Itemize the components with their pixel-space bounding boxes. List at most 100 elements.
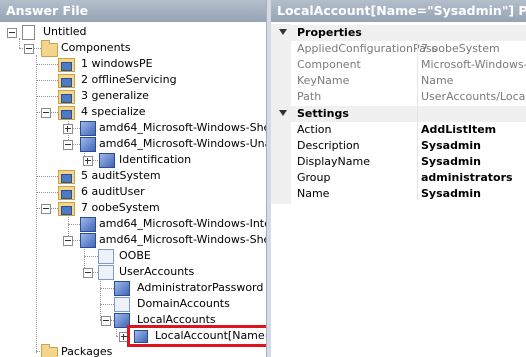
property-value[interactable]: Sysadmin xyxy=(421,155,481,168)
collapse-toggle[interactable] xyxy=(83,268,93,278)
tree-item-label: 3 generalize xyxy=(81,89,149,102)
answer-file-header: Answer File xyxy=(0,0,266,22)
setting-icon xyxy=(114,281,130,296)
setting-icon xyxy=(99,153,115,168)
properties-pane: LocalAccount[Name="Sysadmin"] Prop Prope… xyxy=(271,0,526,357)
property-key: DisplayName xyxy=(297,155,370,168)
tree-item-international-core[interactable]: amd64_Microsoft-Windows-Internat xyxy=(0,216,266,232)
property-key: Component xyxy=(297,58,361,71)
property-value[interactable]: Sysadmin xyxy=(421,139,481,152)
property-key: Description xyxy=(297,139,360,152)
tree-item-audituser[interactable]: 6 auditUser xyxy=(0,184,266,200)
column-separator xyxy=(417,40,418,200)
collapse-toggle[interactable] xyxy=(101,316,111,326)
tree-item-label: DomainAccounts xyxy=(137,297,230,310)
setting-icon xyxy=(114,297,130,312)
property-row[interactable]: Action AddListItem xyxy=(271,122,526,138)
config-pass-icon xyxy=(58,202,75,216)
tree-item-label: 2 offlineServicing xyxy=(81,73,177,86)
tree-item-label: amd64_Microsoft-Windows-Shell-Se xyxy=(99,121,266,134)
tree-item-offlineservicing[interactable]: 2 offlineServicing xyxy=(0,72,266,88)
component-icon xyxy=(80,217,96,232)
component-icon xyxy=(80,121,96,136)
setting-icon xyxy=(98,265,114,280)
tree-item-label: amd64_Microsoft-Windows-Unatten xyxy=(99,137,266,150)
tree-item-packages[interactable]: Packages xyxy=(0,343,266,357)
property-row[interactable]: Group administrators xyxy=(271,170,526,186)
tree-item-label: Identification xyxy=(119,153,192,166)
tree-item-components[interactable]: Components xyxy=(0,40,266,57)
collapse-toggle[interactable] xyxy=(41,204,51,214)
tree-item-label: 6 auditUser xyxy=(81,185,145,198)
answer-file-title: Answer File xyxy=(6,3,89,18)
expand-toggle[interactable] xyxy=(83,156,93,166)
tree-item-label: OOBE xyxy=(119,249,151,262)
collapse-toggle[interactable] xyxy=(63,140,73,150)
tree-item-oobe[interactable]: OOBE xyxy=(0,248,266,264)
properties-title: LocalAccount[Name="Sysadmin"] Prop xyxy=(277,3,526,18)
collapse-toggle[interactable] xyxy=(7,28,17,38)
tree-item-useraccounts[interactable]: UserAccounts xyxy=(0,264,266,280)
tree-item-oobesystem[interactable]: 7 oobeSystem xyxy=(0,200,266,216)
config-pass-icon xyxy=(58,170,75,184)
property-key: Action xyxy=(297,123,332,136)
property-key: Group xyxy=(297,171,331,184)
tree-item-shell-setup-oobe[interactable]: amd64_Microsoft-Windows-Shell-Se xyxy=(0,232,266,248)
folder-icon xyxy=(41,344,58,357)
folder-icon xyxy=(41,40,58,57)
tree-item-identification[interactable]: Identification xyxy=(0,152,266,168)
property-row[interactable]: Description Sysadmin xyxy=(271,138,526,154)
category-properties[interactable]: Properties xyxy=(271,25,526,41)
expand-toggle[interactable] xyxy=(63,124,73,134)
tree-item-specialize[interactable]: 4 specialize xyxy=(0,104,266,120)
category-settings[interactable]: Settings xyxy=(271,106,526,122)
tree-item-administratorpassword[interactable]: AdministratorPassword xyxy=(0,280,266,296)
config-pass-icon xyxy=(58,90,75,104)
collapse-toggle[interactable] xyxy=(41,108,51,118)
component-icon xyxy=(80,233,96,248)
property-value: Name xyxy=(421,74,454,87)
property-value[interactable]: AddListItem xyxy=(421,123,496,136)
tree-item-label: Untitled xyxy=(43,25,87,38)
property-value[interactable]: Sysadmin xyxy=(421,187,481,200)
property-row[interactable]: Name Sysadmin xyxy=(271,186,526,202)
property-value[interactable]: administrators xyxy=(421,171,513,184)
answer-file-pane: Answer File Untitled Components 1 window… xyxy=(0,0,266,357)
tree-item-label: amd64_Microsoft-Windows-Internat xyxy=(99,217,266,230)
property-row[interactable]: Path UserAccounts/LocalA xyxy=(271,89,526,105)
collapse-arrow-icon[interactable] xyxy=(279,29,287,35)
tree-item-unattended-join[interactable]: amd64_Microsoft-Windows-Unatten xyxy=(0,136,266,152)
tree-item-label: 4 specialize xyxy=(81,105,146,118)
property-row[interactable]: KeyName Name xyxy=(271,73,526,89)
tree-item-untitled[interactable]: Untitled xyxy=(0,24,266,40)
property-value: 7 oobeSystem xyxy=(421,42,500,55)
tree-item-label: Components xyxy=(61,41,131,54)
property-value: Microsoft-Windows-Sh xyxy=(421,58,526,71)
category-label: Properties xyxy=(297,26,362,39)
tree-item-label: 7 oobeSystem xyxy=(81,201,160,214)
config-pass-icon xyxy=(58,186,75,200)
collapse-toggle[interactable] xyxy=(24,44,34,54)
tree-item-label: 5 auditSystem xyxy=(81,169,161,182)
tree-item-label: 1 windowsPE xyxy=(81,57,153,70)
property-key: KeyName xyxy=(297,74,350,87)
tree-item-windowspe[interactable]: 1 windowsPE xyxy=(0,56,266,72)
tree-item-domainaccounts[interactable]: DomainAccounts xyxy=(0,296,266,312)
properties-header: LocalAccount[Name="Sysadmin"] Prop xyxy=(271,0,526,22)
property-row[interactable]: DisplayName Sysadmin xyxy=(271,154,526,170)
tree-item-auditsystem[interactable]: 5 auditSystem xyxy=(0,168,266,184)
tree-item-shell-setup-specialize[interactable]: amd64_Microsoft-Windows-Shell-Se xyxy=(0,120,266,136)
tree-item-label: amd64_Microsoft-Windows-Shell-Se xyxy=(99,233,266,246)
tree-item-label: Packages xyxy=(61,345,113,357)
category-label: Settings xyxy=(297,107,349,120)
setting-icon xyxy=(98,249,114,264)
collapse-arrow-icon[interactable] xyxy=(279,110,287,116)
collapse-toggle[interactable] xyxy=(63,236,73,246)
tree-item-generalize[interactable]: 3 generalize xyxy=(0,88,266,104)
config-pass-icon xyxy=(58,58,75,72)
config-pass-icon xyxy=(58,74,75,88)
property-row[interactable]: Component Microsoft-Windows-Sh xyxy=(271,57,526,73)
property-value: UserAccounts/LocalA xyxy=(421,90,526,103)
config-pass-icon xyxy=(58,106,75,120)
property-row[interactable]: AppliedConfigurationPass 7 oobeSystem xyxy=(271,41,526,57)
